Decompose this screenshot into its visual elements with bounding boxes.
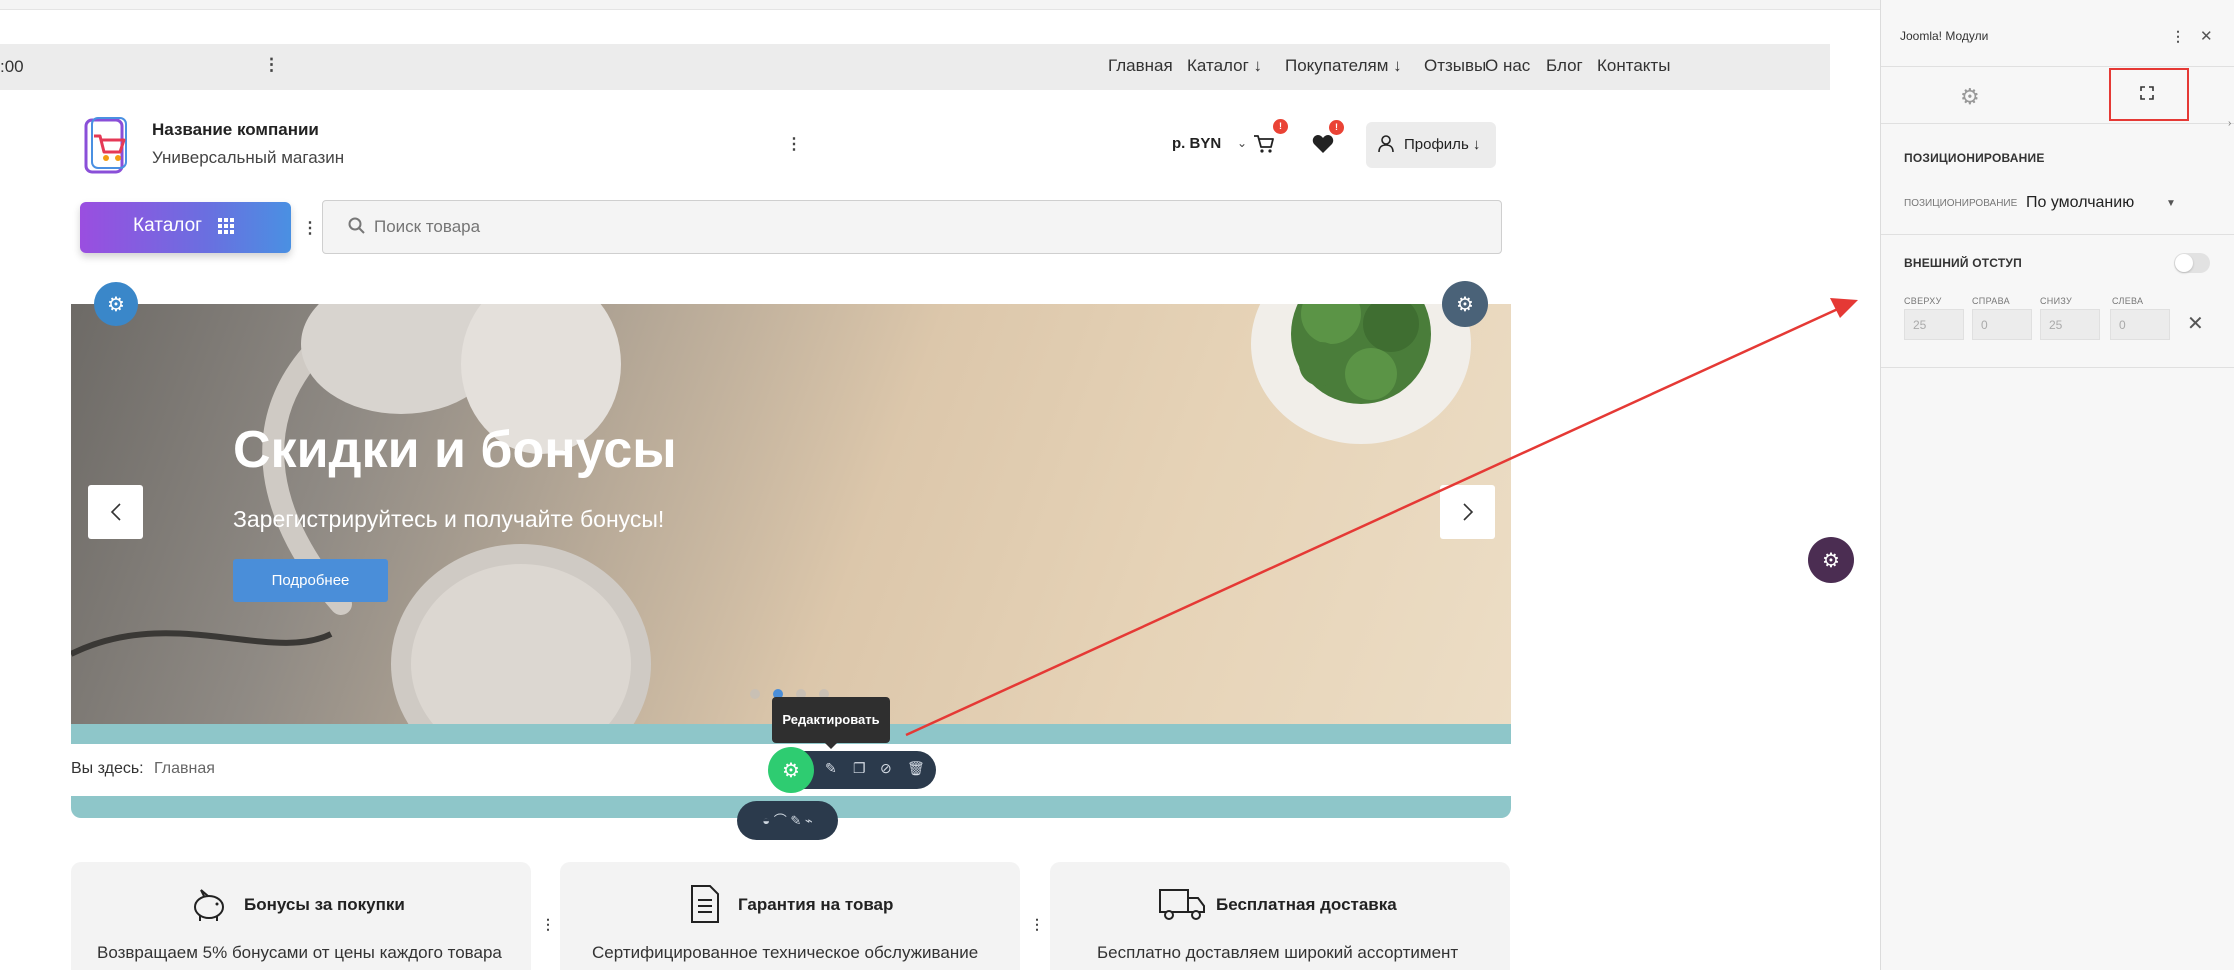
gear-icon: ⚙ (1822, 549, 1840, 572)
module-type-pill[interactable]: ◒ ⌒ ✎ ⌁ (737, 801, 838, 840)
feature-description: Бесплатно доставляем широкий ассортимент (1097, 943, 1459, 962)
piggy-bank-icon (194, 889, 224, 921)
nav-time-text: :00 (0, 57, 24, 76)
catalog-label: Каталог (133, 215, 203, 236)
nav-item-catalog[interactable]: Каталог ↓ (1187, 56, 1262, 76)
chevron-left-icon (110, 503, 121, 521)
margin-bottom-label: СНИЗУ (2040, 296, 2073, 306)
positioning-select[interactable]: По умолчанию (2026, 194, 2134, 212)
gear-icon: ⚙ (1456, 293, 1474, 316)
breadcrumb-label: Вы здесь: (71, 760, 144, 777)
feature-title: Бонусы за покупки (244, 895, 405, 914)
favorites-badge: ! (1329, 120, 1344, 135)
banner-settings-button[interactable]: ⚙ (1442, 281, 1488, 327)
grid-icon (218, 218, 234, 234)
catalog-kebab-icon[interactable]: ⋮ (302, 218, 318, 238)
banner-more-button[interactable]: Подробнее (233, 559, 388, 602)
company-logo[interactable] (82, 116, 132, 176)
header-kebab-icon[interactable]: ⋮ (786, 134, 802, 154)
chevron-right-icon (1462, 503, 1473, 521)
margin-right-input[interactable] (1972, 309, 2032, 340)
chevron-right-icon[interactable]: › (2228, 118, 2231, 129)
search-input[interactable] (374, 216, 1474, 238)
nav-item-reviews[interactable]: Отзывы (1424, 56, 1486, 76)
feature-title: Бесплатная доставка (1216, 895, 1397, 914)
trash-icon[interactable]: 🗑 (907, 760, 925, 777)
modules-panel (1880, 0, 2234, 970)
gear-icon: ⚙ (1960, 84, 1980, 109)
slider-next-button[interactable] (1440, 485, 1495, 539)
cart-icon[interactable] (1253, 134, 1275, 154)
toolbar-settings-button[interactable]: ⚙ (768, 747, 814, 793)
hide-icon[interactable]: ⊘ (880, 760, 892, 777)
chevron-down-icon[interactable]: ⌄ (1237, 136, 1247, 150)
document-icon (691, 885, 719, 923)
banner-subtitle: Зарегистрируйтесь и получайте бонусы! (233, 506, 665, 532)
currency-selector[interactable]: р. BYN (1172, 135, 1221, 152)
positioning-label: ПОЗИЦИОНИРОВАНИЕ (1904, 198, 2018, 209)
gear-icon: ⚙ (782, 759, 800, 782)
panel-kebab-icon[interactable]: ⋮ (2171, 28, 2185, 45)
section-positioning-title: ПОЗИЦИОНИРОВАНИЕ (1904, 151, 2045, 165)
margin-bottom-input[interactable] (2040, 309, 2100, 340)
nav-kebab-icon[interactable]: ⋮ (263, 55, 280, 75)
top-strip (0, 0, 1880, 10)
close-icon[interactable]: ✕ (2200, 27, 2213, 45)
pencil-icon[interactable]: ✎ (825, 760, 837, 777)
nav-item-buyers[interactable]: Покупателям ↓ (1285, 56, 1402, 76)
company-name: Название компании (152, 120, 319, 139)
feature-title: Гарантия на товар (738, 895, 894, 914)
divider (1881, 234, 2234, 235)
slider-dot[interactable] (750, 689, 760, 699)
card-kebab-icon[interactable]: ⋮ (541, 916, 555, 933)
divider (1881, 367, 2234, 368)
section-margin-title: ВНЕШНИЙ ОТСТУП (1904, 256, 2022, 270)
nav-item-contacts[interactable]: Контакты (1597, 56, 1670, 76)
nav-item-about[interactable]: О нас (1485, 56, 1530, 76)
gear-icon: ⚙ (107, 293, 125, 316)
slider-prev-button[interactable] (88, 485, 143, 539)
toggle-knob (2175, 254, 2193, 272)
company-subtitle: Универсальный магазин (152, 148, 345, 167)
clear-icon[interactable]: ✕ (2187, 311, 2204, 336)
panel-title: Joomla! Модули (1900, 29, 1989, 43)
breadcrumb-home-link[interactable]: Главная (154, 760, 215, 778)
annotation-highlight-box (2109, 68, 2189, 121)
edit-tooltip: Редактировать (772, 697, 890, 743)
nav-item-blog[interactable]: Блог (1546, 56, 1583, 76)
truck-icon (1159, 889, 1205, 920)
margin-right-label: СПРАВА (1972, 296, 2010, 306)
tooltip-tail (825, 743, 837, 749)
heart-icon[interactable] (1312, 134, 1334, 154)
nav-item-home[interactable]: Главная (1108, 56, 1173, 76)
profile-label: Профиль ↓ (1404, 136, 1481, 153)
feature-description: Возвращаем 5% бонусами от цены каждого т… (97, 943, 502, 962)
search-icon (348, 217, 365, 234)
tab-settings[interactable]: ⚙ (1960, 84, 1980, 110)
margin-left-input[interactable] (2110, 309, 2170, 340)
caret-down-icon[interactable]: ▼ (2166, 198, 2176, 209)
banner-title: Скидки и бонусы (233, 421, 677, 479)
cart-badge: ! (1273, 119, 1288, 134)
margin-top-input[interactable] (1904, 309, 1964, 340)
margin-top-label: СВЕРХУ (1904, 296, 1942, 306)
module-settings-button[interactable]: ⚙ (94, 282, 138, 326)
user-icon (1378, 135, 1394, 153)
copy-icon[interactable]: ❐ (853, 760, 866, 777)
card-kebab-icon[interactable]: ⋮ (1030, 916, 1044, 933)
floating-settings-button[interactable]: ⚙ (1808, 537, 1854, 583)
feature-description: Сертифицированное техническое обслуживан… (592, 943, 979, 962)
margin-left-label: СЛЕВА (2112, 296, 2144, 306)
